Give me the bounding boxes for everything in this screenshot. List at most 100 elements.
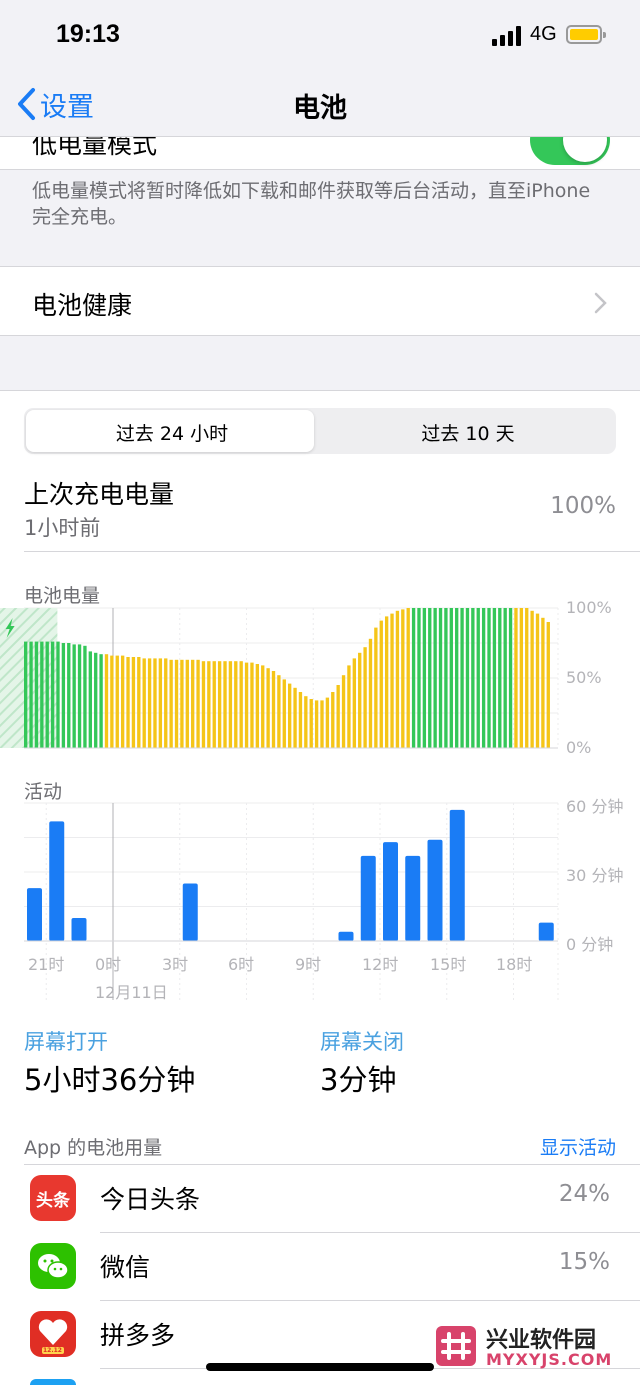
toutiao-app-icon: 头条 bbox=[30, 1175, 76, 1221]
x-tick-label: 15时 bbox=[430, 955, 467, 974]
battery-bar bbox=[525, 608, 529, 748]
battery-bar bbox=[476, 608, 480, 748]
app-name: 微信 bbox=[100, 1253, 151, 1282]
battery-bar bbox=[304, 696, 308, 748]
battery-bar bbox=[277, 675, 281, 748]
battery-bar bbox=[131, 657, 136, 748]
battery-axis-tick: 100% bbox=[566, 598, 612, 617]
battery-bar bbox=[546, 622, 550, 748]
battery-bar bbox=[449, 608, 453, 748]
battery-bar bbox=[460, 608, 464, 748]
battery-bar bbox=[244, 662, 249, 748]
app-row-toutiao[interactable]: 头条 今日头条 24% bbox=[0, 1164, 640, 1232]
last-charge-value: 100% bbox=[550, 493, 616, 519]
battery-bar bbox=[250, 662, 254, 748]
battery-bar bbox=[282, 679, 286, 748]
section-gap bbox=[0, 335, 640, 391]
x-tick-label: 6时 bbox=[228, 955, 255, 974]
time-range-segmented-control: 过去 24 小时 过去 10 天 bbox=[24, 408, 616, 454]
navigation-bar: 设置 电池 bbox=[0, 70, 640, 137]
battery-bar bbox=[358, 652, 362, 748]
battery-bar bbox=[363, 647, 367, 748]
home-indicator[interactable] bbox=[206, 1363, 434, 1371]
battery-bar bbox=[347, 665, 351, 748]
activity-bar bbox=[360, 855, 376, 941]
activity-axis-tick: 30 分钟 bbox=[566, 866, 624, 885]
battery-bar bbox=[481, 608, 486, 748]
activity-bar bbox=[27, 888, 42, 941]
next-app-icon bbox=[30, 1379, 76, 1385]
battery-bar bbox=[471, 608, 475, 748]
app-row-wechat[interactable]: 微信 15% bbox=[0, 1232, 640, 1300]
battery-bar bbox=[422, 608, 427, 748]
battery-bar bbox=[56, 641, 60, 748]
battery-bar bbox=[498, 608, 502, 748]
activity-axis-tick: 60 分钟 bbox=[566, 797, 624, 816]
x-tick-label: 9时 bbox=[295, 955, 322, 974]
activity-bar bbox=[449, 809, 465, 941]
battery-bar bbox=[228, 661, 233, 748]
status-time: 19:13 bbox=[56, 20, 120, 48]
battery-bar bbox=[411, 608, 416, 748]
low-power-row: 低电量模式 bbox=[0, 137, 640, 169]
watermark-url: MYXYJS.COM bbox=[486, 1350, 613, 1369]
battery-bar bbox=[158, 658, 163, 748]
battery-health-label: 电池健康 bbox=[32, 291, 133, 320]
app-percent: 15% bbox=[558, 1249, 610, 1275]
battery-icon bbox=[566, 25, 606, 44]
activity-bar bbox=[49, 821, 65, 941]
activity-bar bbox=[71, 918, 87, 941]
battery-bar bbox=[341, 675, 346, 748]
battery-bar bbox=[503, 608, 507, 748]
battery-bar bbox=[191, 659, 195, 748]
battery-bar bbox=[50, 641, 55, 748]
battery-axis-tick: 0% bbox=[566, 738, 592, 757]
battery-bar bbox=[368, 638, 373, 748]
battery-bar bbox=[104, 654, 109, 748]
battery-bar bbox=[137, 657, 141, 748]
battery-bar bbox=[331, 692, 335, 748]
app-usage-header: App 的电池用量 bbox=[24, 1137, 163, 1159]
battery-bar bbox=[514, 608, 518, 748]
battery-bar bbox=[288, 683, 292, 748]
battery-bar bbox=[120, 655, 125, 748]
x-tick-label: 12时 bbox=[362, 955, 399, 974]
x-tick-label: 21时 bbox=[28, 955, 65, 974]
battery-bar bbox=[530, 610, 534, 748]
activity-bar bbox=[383, 842, 398, 941]
battery-bar bbox=[40, 641, 44, 748]
screen-off-label: 屏幕关闭 bbox=[320, 1030, 404, 1054]
battery-bar bbox=[320, 700, 324, 748]
battery-bar bbox=[115, 655, 119, 748]
battery-bar bbox=[72, 644, 76, 748]
battery-bar bbox=[153, 658, 157, 748]
date-label: 12月11日 bbox=[95, 983, 168, 1002]
low-power-note: 低电量模式将暂时降低如下载和邮件获取等后台活动，直至iPhone完全充电。 bbox=[32, 180, 591, 228]
battery-bar bbox=[401, 609, 405, 748]
tab-last-24-hours[interactable]: 过去 24 小时 bbox=[24, 419, 320, 446]
battery-bar bbox=[487, 608, 491, 748]
battery-bar bbox=[29, 641, 33, 748]
battery-bar bbox=[45, 641, 49, 748]
tab-last-10-days[interactable]: 过去 10 天 bbox=[320, 419, 616, 446]
battery-bar bbox=[110, 655, 114, 748]
battery-bar bbox=[438, 608, 443, 748]
battery-bar bbox=[433, 608, 437, 748]
battery-level-chart bbox=[0, 607, 559, 749]
battery-bar bbox=[390, 613, 394, 748]
show-activity-button[interactable]: 显示活动 bbox=[540, 1133, 616, 1160]
battery-bar bbox=[126, 657, 130, 748]
last-charge-time: 1小时前 bbox=[24, 516, 101, 540]
battery-bar bbox=[201, 661, 206, 748]
battery-bar bbox=[314, 700, 319, 748]
activity-bar bbox=[405, 855, 421, 941]
low-power-toggle[interactable] bbox=[530, 137, 610, 165]
battery-bar bbox=[212, 661, 216, 748]
page-title: 电池 bbox=[293, 93, 347, 124]
battery-bar bbox=[67, 643, 71, 748]
battery-bar bbox=[239, 661, 243, 748]
battery-bar bbox=[142, 658, 146, 748]
battery-axis-tick: 50% bbox=[566, 668, 602, 687]
chevron-right-icon bbox=[594, 292, 607, 314]
x-tick-label: 0时 bbox=[95, 955, 122, 974]
